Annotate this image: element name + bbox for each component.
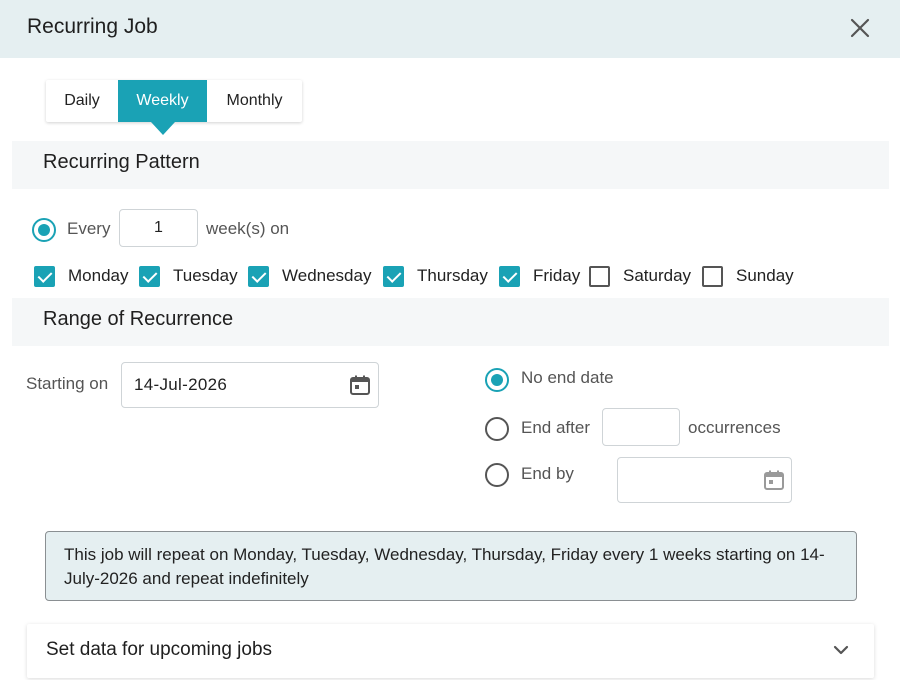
- day-tuesday[interactable]: Tuesday: [139, 265, 238, 287]
- day-saturday[interactable]: Saturday: [589, 265, 691, 287]
- thursday-label: Thursday: [417, 266, 488, 285]
- day-thursday[interactable]: Thursday: [383, 265, 488, 287]
- saturday-checkbox[interactable]: [589, 265, 610, 287]
- frequency-tabs: Daily Weekly Monthly: [46, 80, 302, 135]
- occurrences-label: occurrences: [688, 418, 781, 437]
- upcoming-jobs-title: Set data for upcoming jobs: [46, 639, 273, 660]
- monday-label: Monday: [68, 266, 129, 285]
- upcoming-jobs-accordion[interactable]: Set data for upcoming jobs: [27, 624, 874, 678]
- range-of-recurrence-section: Range of Recurrence: [12, 298, 889, 346]
- tuesday-checkbox[interactable]: [139, 265, 160, 287]
- recurring-pattern-section: Recurring Pattern: [12, 141, 889, 189]
- recurrence-summary: This job will repeat on Monday, Tuesday,…: [45, 531, 857, 601]
- dialog-title: Recurring Job: [27, 15, 158, 38]
- friday-label: Friday: [533, 266, 581, 285]
- every-weeks-input[interactable]: [119, 209, 198, 247]
- monday-checkbox[interactable]: [34, 265, 55, 287]
- recurring-pattern-title: Recurring Pattern: [43, 151, 200, 173]
- end-by-date-input[interactable]: [617, 457, 792, 503]
- day-friday[interactable]: Friday: [499, 265, 580, 287]
- dialog-header: Recurring Job: [0, 0, 900, 58]
- occurrences-input[interactable]: [602, 408, 680, 446]
- tab-weekly[interactable]: Weekly: [118, 80, 207, 135]
- day-wednesday[interactable]: Wednesday: [248, 265, 371, 287]
- saturday-label: Saturday: [623, 266, 692, 285]
- wednesday-label: Wednesday: [282, 266, 372, 285]
- start-date-value: 14-Jul-2026: [134, 375, 228, 394]
- end-after-label: End after: [521, 418, 590, 437]
- range-of-recurrence-title: Range of Recurrence: [43, 308, 234, 330]
- sunday-label: Sunday: [736, 266, 794, 285]
- friday-checkbox[interactable]: [499, 265, 520, 287]
- wednesday-checkbox[interactable]: [248, 265, 269, 287]
- end-by-radio[interactable]: [485, 463, 509, 487]
- chevron-down-icon: [833, 645, 849, 655]
- tuesday-label: Tuesday: [173, 266, 238, 285]
- every-label: Every: [67, 219, 111, 238]
- weeks-on-label: week(s) on: [206, 219, 290, 238]
- thursday-checkbox[interactable]: [383, 265, 404, 287]
- start-date-input[interactable]: 14-Jul-2026: [121, 362, 379, 408]
- tab-daily[interactable]: Daily: [46, 80, 118, 122]
- no-end-date-label: No end date: [521, 368, 614, 387]
- close-button[interactable]: [846, 14, 874, 42]
- close-icon: [850, 18, 870, 38]
- end-after-radio[interactable]: [485, 417, 509, 441]
- day-sunday[interactable]: Sunday: [702, 265, 794, 287]
- end-by-label: End by: [521, 464, 574, 483]
- every-radio[interactable]: [32, 218, 56, 242]
- sunday-checkbox[interactable]: [702, 265, 723, 287]
- no-end-date-radio[interactable]: [485, 368, 509, 392]
- calendar-icon[interactable]: [349, 374, 371, 396]
- day-monday[interactable]: Monday: [34, 265, 128, 287]
- starting-on-label: Starting on: [26, 374, 109, 393]
- calendar-icon[interactable]: [763, 469, 785, 491]
- tab-monthly[interactable]: Monthly: [207, 80, 302, 122]
